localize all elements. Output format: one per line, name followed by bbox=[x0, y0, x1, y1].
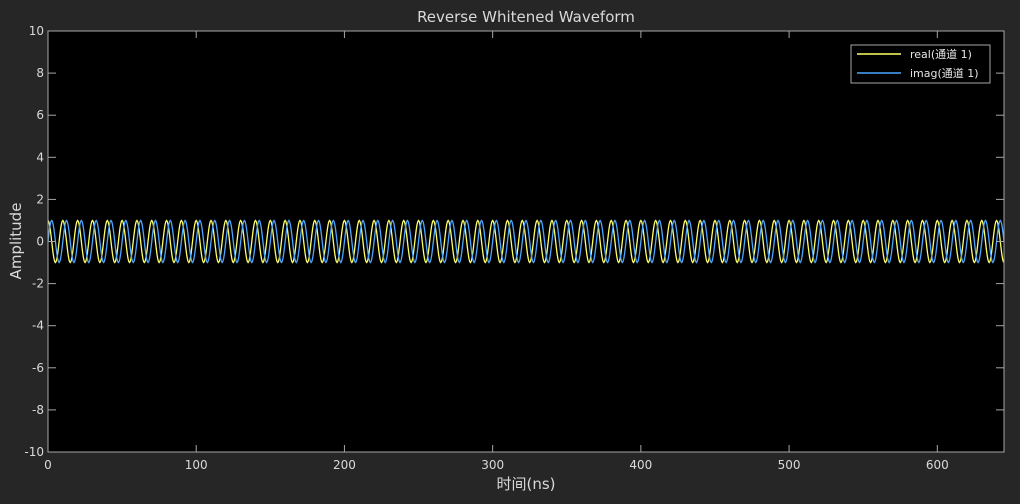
y-tick-label: -10 bbox=[24, 445, 44, 459]
x-tick-label: 300 bbox=[481, 458, 504, 472]
y-tick-label: 8 bbox=[36, 66, 44, 80]
legend-label-imag: imag(通道 1) bbox=[910, 66, 979, 80]
y-tick-label: -4 bbox=[32, 319, 44, 333]
y-tick-label: -8 bbox=[32, 403, 44, 417]
chart-title: Reverse Whitened Waveform bbox=[417, 8, 635, 26]
legend[interactable]: real(通道 1) imag(通道 1) bbox=[850, 44, 991, 84]
y-tick-label: 4 bbox=[36, 150, 44, 164]
x-axis-label: 时间(ns) bbox=[496, 475, 555, 493]
x-tick-label: 0 bbox=[44, 458, 52, 472]
x-tick-label: 400 bbox=[629, 458, 652, 472]
figure-window: 0 100 200 300 400 500 600 -10 -8 -6 -4 -2 0 2 4 6 8 10 Re… bbox=[0, 0, 1020, 500]
y-axis-label: Amplitude bbox=[7, 203, 25, 280]
waveform-chart[interactable]: 0 100 200 300 400 500 600 -10 -8 -6 -4 -2 0 2 4 6 8 10 Re… bbox=[0, 0, 1020, 500]
x-tick-label: 500 bbox=[778, 458, 801, 472]
y-tick-label: 2 bbox=[36, 192, 44, 206]
x-tick-label: 200 bbox=[333, 458, 356, 472]
legend-label-real: real(通道 1) bbox=[910, 47, 972, 61]
y-tick-label: 0 bbox=[36, 235, 44, 249]
x-tick-label: 100 bbox=[185, 458, 208, 472]
y-tick-label: 10 bbox=[29, 24, 44, 38]
y-tick-label: -6 bbox=[32, 361, 44, 375]
x-tick-label: 600 bbox=[926, 458, 949, 472]
y-tick-label: -2 bbox=[32, 277, 44, 291]
y-tick-label: 6 bbox=[36, 108, 44, 122]
